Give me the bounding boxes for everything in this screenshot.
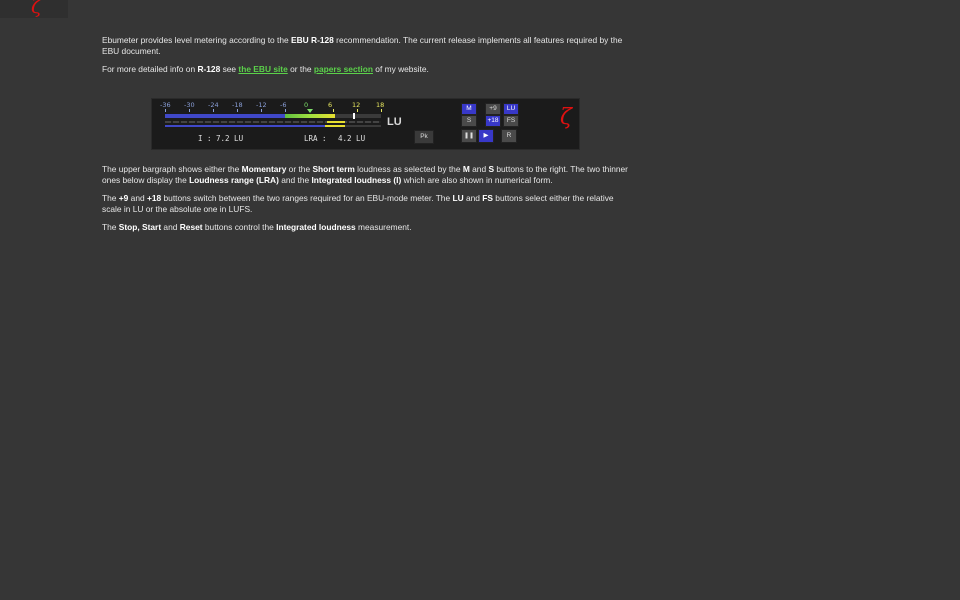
scale-label: -36 — [160, 101, 171, 109]
controls-paragraph: The Stop, Start and Reset buttons contro… — [102, 222, 632, 233]
scale-tick — [261, 109, 262, 112]
text: measurement. — [355, 222, 412, 232]
range-18-button[interactable]: +18 — [485, 115, 501, 127]
ebu-r128-term: EBU R-128 — [291, 35, 334, 45]
momentary-bar-green — [285, 114, 335, 118]
scale-tick — [381, 109, 382, 112]
zeta-logo-icon: ζ — [31, 0, 42, 18]
text: buttons control the — [202, 222, 277, 232]
ebumeter-screenshot: -36 -30 -24 -18 -12 -6 0 6 12 18 I : 7.2 LU LRA :… — [151, 98, 580, 150]
text: which are also shown in numerical form. — [401, 174, 553, 185]
reset-term: Reset — [179, 222, 203, 232]
range-paragraph: The +9 and +18 buttons switch between th… — [102, 193, 632, 214]
text: The — [102, 222, 119, 232]
momentary-bar-blue — [165, 114, 285, 118]
text: Ebumeter provides level metering accordi… — [102, 35, 292, 45]
stop-button[interactable]: ❚❚ — [461, 129, 477, 143]
lra-term: Loudness range (LRA) — [189, 174, 279, 185]
text: and the — [278, 174, 312, 185]
m-term: M — [462, 164, 470, 174]
ebu-site-link[interactable]: the EBU site — [238, 64, 287, 74]
integrated-bar-empty — [345, 125, 381, 127]
scale-label: 12 — [352, 101, 361, 109]
integrated-term: Integrated loudness (I) — [311, 174, 402, 185]
scale-tick — [237, 109, 238, 112]
papers-section-link[interactable]: papers section — [314, 64, 373, 74]
lra-bar — [327, 121, 345, 123]
scale-tick — [189, 109, 190, 112]
scale-tick — [213, 109, 214, 112]
scale-tick — [333, 109, 334, 112]
plus18-term: +18 — [146, 193, 162, 203]
peak-marker — [353, 113, 355, 119]
integrated-bar-blue — [165, 125, 325, 127]
scale-tick — [357, 109, 358, 112]
scale-label: 18 — [376, 101, 385, 109]
peak-button[interactable]: Pk — [414, 130, 434, 144]
fs-term: FS — [482, 193, 493, 203]
text: and — [128, 193, 147, 203]
scale-label: 0 — [304, 101, 309, 109]
text: loudness as selected by the — [354, 164, 463, 174]
short-term-button[interactable]: S — [461, 115, 477, 127]
lu-scale-button[interactable]: LU — [503, 103, 519, 115]
scale-label: -24 — [208, 101, 219, 109]
integrated-loudness-term: Integrated loudness — [276, 222, 356, 232]
fs-scale-button[interactable]: FS — [503, 115, 519, 127]
lu-term: LU — [452, 193, 464, 203]
intro-paragraph: Ebumeter provides level metering accordi… — [102, 35, 632, 56]
text: and — [161, 222, 180, 232]
r128-term: R-128 — [197, 64, 221, 74]
range-9-button[interactable]: +9 — [485, 103, 501, 115]
text: For more detailed info on — [102, 64, 198, 74]
scale-tick — [285, 109, 286, 112]
text: and — [463, 193, 483, 203]
text: and — [469, 164, 489, 174]
text: see — [220, 64, 239, 74]
plus9-term: +9 — [118, 193, 129, 203]
lra-track — [165, 121, 381, 123]
integrated-label: I : — [198, 134, 212, 143]
lra-label: LRA : — [304, 134, 327, 143]
momentary-bar-empty — [335, 114, 381, 118]
stop-start-term: Stop, Start — [118, 222, 162, 232]
description-content: The upper bargraph shows either the Mome… — [102, 164, 632, 241]
scale-label: -6 — [280, 101, 287, 109]
momentary-term: Momentary — [241, 164, 287, 174]
text: or the — [287, 64, 314, 74]
momentary-button[interactable]: M — [461, 103, 477, 115]
zero-marker-icon — [307, 109, 313, 113]
text: buttons switch between the two ranges re… — [161, 193, 453, 203]
bargraph-paragraph: The upper bargraph shows either the Mome… — [102, 164, 632, 185]
scale-label: -12 — [256, 101, 267, 109]
text: of my website. — [372, 64, 429, 74]
unit-label: LU — [387, 116, 402, 128]
lra-value: 4.2 LU — [338, 134, 366, 143]
main-content: Ebumeter provides level metering accordi… — [102, 35, 632, 83]
short-term-term: Short term — [312, 164, 355, 174]
info-paragraph: For more detailed info on R-128 see the … — [102, 64, 632, 75]
reset-button[interactable]: R — [501, 129, 517, 143]
start-button[interactable]: ▶ — [478, 129, 494, 143]
header-logo-area: ζ — [0, 0, 68, 18]
integrated-value: 7.2 LU — [216, 134, 244, 143]
text: The upper bargraph shows either the — [102, 164, 242, 174]
text: The — [102, 193, 119, 203]
zeta-meter-logo-icon: ζ — [560, 105, 572, 130]
scale-label: -18 — [232, 101, 243, 109]
scale-label: -30 — [184, 101, 195, 109]
text: or the — [286, 164, 313, 174]
scale-label: 6 — [328, 101, 333, 109]
scale-tick — [165, 109, 166, 112]
integrated-bar-yellow — [325, 125, 345, 127]
